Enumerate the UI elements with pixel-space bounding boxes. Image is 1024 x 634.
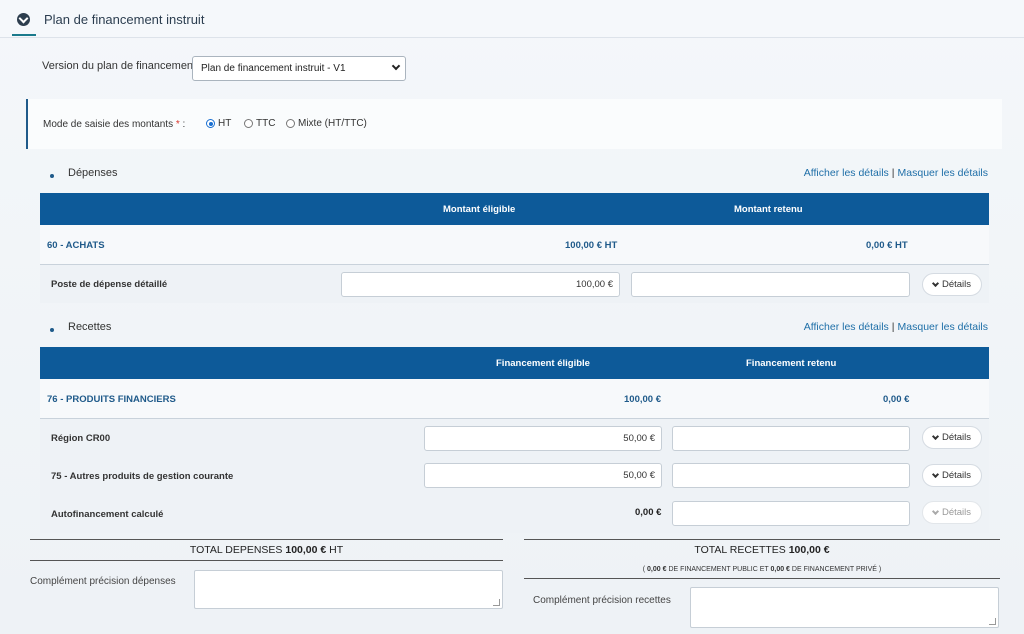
category-eligible: 100,00 € HT (565, 240, 618, 251)
recette-row: 75 - Autres produits de gestion courante… (40, 457, 989, 495)
radio-empty-icon (286, 119, 295, 128)
radio-ttc-label: TTC (256, 118, 276, 129)
details-button-disabled: Détails (922, 501, 982, 524)
hide-details-link[interactable]: Masquer les détails (898, 167, 988, 179)
private-value: 0,00 € (770, 566, 790, 573)
version-select-value: Plan de financement instruit - V1 (201, 63, 346, 74)
eligible-amount-input[interactable]: 50,00 € (424, 426, 662, 451)
depenses-detail-links: Afficher les détails | Masquer les détails (804, 167, 988, 179)
radio-empty-icon (244, 119, 253, 128)
category-retained: 0,00 € HT (866, 240, 908, 251)
complement-depenses-label: Complément précision dépenses (30, 576, 176, 587)
header-eligible: Montant éligible (443, 204, 516, 215)
panel-header: Plan de financement instruit (0, 0, 1024, 38)
link-separator: | (891, 321, 895, 333)
amount-mode-label: Mode de saisie des montants * : (43, 119, 185, 130)
complement-recettes-textarea[interactable] (690, 587, 999, 628)
recettes-category-row: 76 - PRODUITS FINANCIERS 100,00 € 0,00 € (40, 379, 989, 419)
financing-plan-panel: Plan de financement instruit Version du … (0, 0, 1024, 634)
radio-mixte-label: Mixte (HT/TTC) (298, 118, 367, 129)
row-label: Poste de dépense détaillé (51, 279, 168, 290)
total-recettes: TOTAL RECETTES 100,00 € (524, 539, 1000, 561)
recettes-detail-links: Afficher les détails | Masquer les détails (804, 321, 988, 333)
collapse-toggle-button[interactable] (12, 8, 36, 36)
financement-breakdown-note: ( 0,00 € DE FINANCEMENT PUBLIC ET 0,00 €… (524, 566, 1000, 573)
eligible-amount-input[interactable]: 50,00 € (424, 463, 662, 488)
public-value: 0,00 € (647, 566, 667, 573)
version-label: Version du plan de financement (42, 60, 197, 72)
total-depenses-suffix: HT (329, 544, 344, 556)
total-depenses-value: 100,00 € (285, 544, 327, 556)
chevron-down-icon (931, 507, 940, 515)
chevron-down-icon (931, 470, 940, 478)
category-name: 60 - ACHATS (47, 240, 105, 251)
eligible-amount-input[interactable]: 100,00 € (341, 272, 620, 297)
bullet-icon (50, 174, 54, 178)
required-mark: * (175, 119, 180, 130)
row-label: 75 - Autres produits de gestion courante (51, 471, 234, 482)
category-name: 76 - PRODUITS FINANCIERS (47, 394, 176, 405)
public-text: DE FINANCEMENT PUBLIC ET (668, 566, 769, 573)
amount-mode-label-text: Mode de saisie des montants (43, 119, 174, 130)
row-label: Autofinancement calculé (51, 509, 164, 520)
retained-amount-input[interactable] (672, 426, 910, 451)
depenses-category-row: 60 - ACHATS 100,00 € HT 0,00 € HT (40, 225, 989, 265)
details-button[interactable]: Détails (922, 464, 982, 487)
details-label: Détails (941, 432, 972, 443)
show-details-link[interactable]: Afficher les détails (804, 167, 889, 179)
bullet-icon (50, 328, 54, 332)
chevron-down-icon (931, 279, 940, 287)
header-retained: Montant retenu (734, 204, 803, 215)
recettes-table-header: Financement éligible Financement retenu (40, 347, 989, 379)
chevron-down-icon (391, 61, 401, 71)
depenses-title: Dépenses (68, 167, 118, 179)
link-separator: | (891, 167, 895, 179)
retained-amount-input[interactable] (672, 501, 910, 526)
total-depenses: TOTAL DEPENSES 100,00 € HT (30, 539, 503, 561)
chevron-down-icon (17, 13, 30, 26)
category-retained: 0,00 € (883, 394, 910, 405)
private-text: DE FINANCEMENT PRIVÉ (791, 566, 877, 573)
details-label: Détails (941, 507, 972, 518)
header-eligible: Financement éligible (496, 358, 590, 369)
recettes-title: Recettes (68, 321, 112, 333)
details-label: Détails (941, 279, 972, 290)
recette-row: Région CR00 50,00 € Détails (40, 419, 989, 457)
depenses-table-header: Montant éligible Montant retenu (40, 193, 989, 225)
details-button[interactable]: Détails (922, 273, 982, 296)
panel-title: Plan de financement instruit (44, 12, 205, 27)
divider (524, 578, 1000, 579)
note-close: ) (878, 566, 882, 573)
details-label: Détails (941, 470, 972, 481)
depense-row: Poste de dépense détaillé 100,00 € Détai… (40, 265, 989, 303)
radio-ttc[interactable]: TTC (244, 118, 275, 129)
autofinancement-value: 0,00 € (635, 507, 662, 518)
radio-ht-label: HT (218, 118, 232, 129)
total-depenses-label: TOTAL DEPENSES (189, 544, 283, 556)
show-details-link[interactable]: Afficher les détails (804, 321, 889, 333)
recette-row: Autofinancement calculé 0,00 € Détails (40, 495, 989, 533)
retained-amount-input[interactable] (672, 463, 910, 488)
retained-amount-input[interactable] (631, 272, 910, 297)
radio-selected-icon (206, 119, 215, 128)
hide-details-link[interactable]: Masquer les détails (898, 321, 988, 333)
total-recettes-label: TOTAL RECETTES (694, 544, 786, 556)
chevron-down-icon (931, 432, 940, 440)
complement-recettes-label: Complément précision recettes (533, 595, 671, 606)
amount-mode-colon: : (182, 119, 186, 130)
row-label: Région CR00 (51, 433, 111, 444)
complement-depenses-textarea[interactable] (194, 570, 503, 609)
header-retained: Financement retenu (746, 358, 837, 369)
note-open: ( (642, 566, 646, 573)
category-eligible: 100,00 € (624, 394, 661, 405)
details-button[interactable]: Détails (922, 426, 982, 449)
amount-mode-box: Mode de saisie des montants * : HT TTC M… (26, 99, 1002, 149)
version-select[interactable]: Plan de financement instruit - V1 (192, 56, 406, 81)
radio-ht[interactable]: HT (206, 118, 231, 129)
radio-mixte[interactable]: Mixte (HT/TTC) (286, 118, 367, 129)
total-recettes-value: 100,00 € (788, 544, 830, 556)
